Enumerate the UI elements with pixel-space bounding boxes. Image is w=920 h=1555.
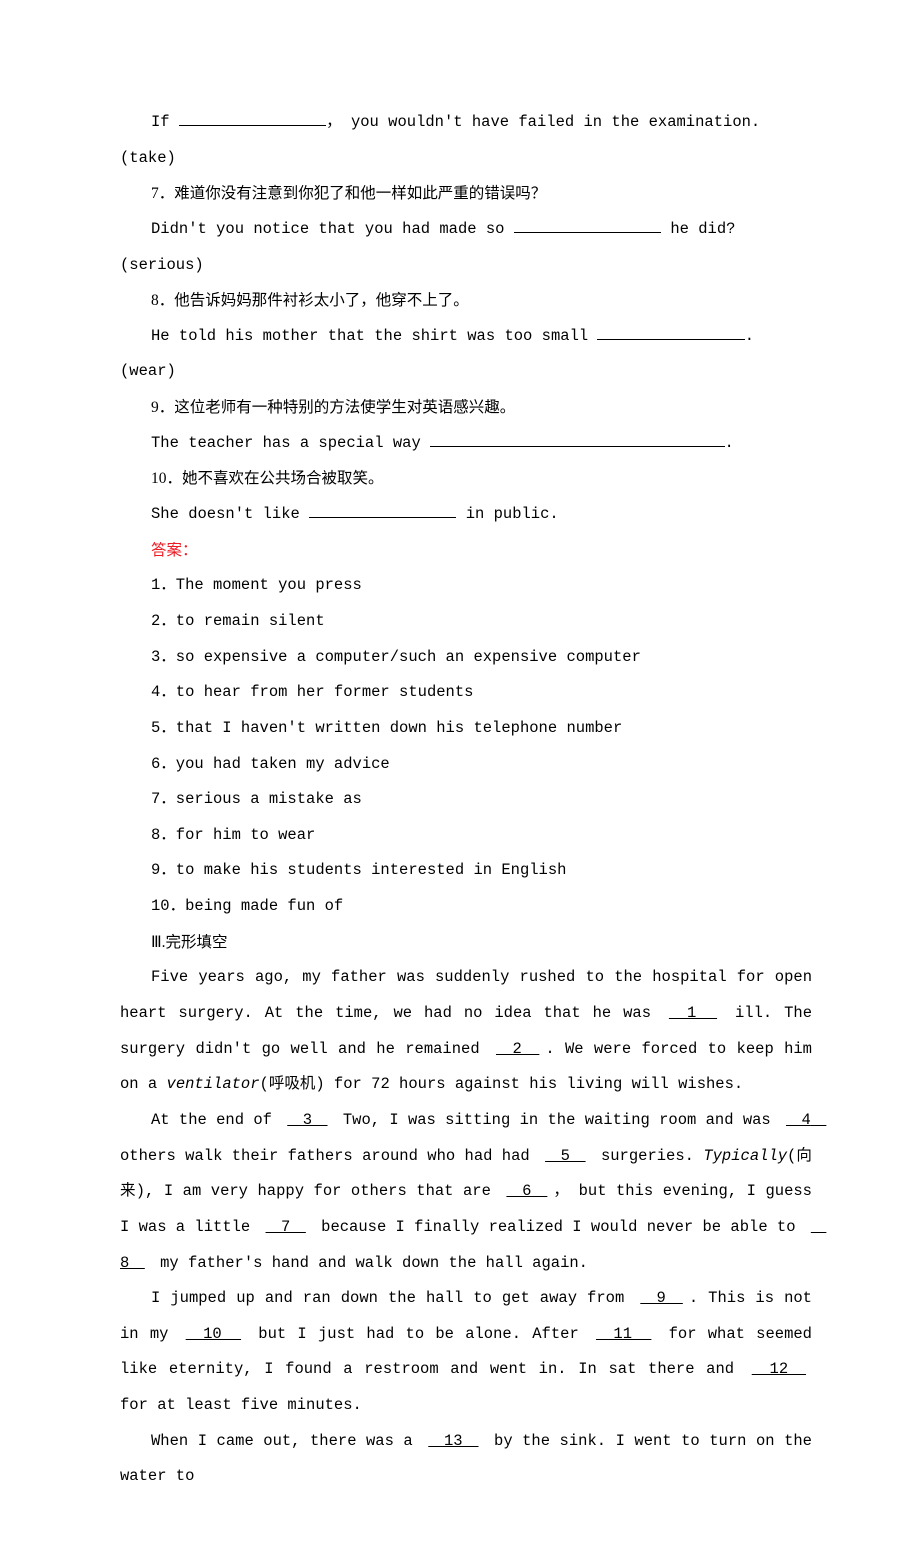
answer-8: 8．for him to wear [120, 818, 812, 854]
question-6-line-b: If ， you wouldn't have failed in the exa… [120, 105, 812, 176]
answer-6: 6．you had taken my advice [120, 747, 812, 783]
question-7-en: Didn't you notice that you had made so h… [120, 212, 812, 283]
p3e: for at least five minutes. [120, 1396, 362, 1414]
cloze-paragraph-3: I jumped up and ran down the hall to get… [120, 1281, 812, 1424]
cloze-blank-10[interactable]: 10 [180, 1325, 247, 1343]
blank-q8[interactable] [597, 323, 744, 340]
p2b: Two, I was sitting in the waiting room a… [334, 1111, 780, 1129]
cloze-blank-9[interactable]: 9 [634, 1289, 689, 1307]
cloze-blank-4[interactable]: 4 [780, 1111, 832, 1129]
cloze-blank-12[interactable]: 12 [746, 1360, 812, 1378]
blank-q6[interactable] [179, 110, 326, 127]
answers-title: 答案： [120, 533, 812, 569]
page: If ， you wouldn't have failed in the exa… [0, 0, 920, 1555]
p3c: but I just had to be alone. After [247, 1325, 590, 1343]
question-9-en: The teacher has a special way . [120, 426, 812, 462]
typically-italic: Typically [703, 1147, 787, 1165]
answer-9: 9．to make his students interested in Eng… [120, 853, 812, 889]
question-8-zh: 8．他告诉妈妈那件衬衫太小了，他穿不上了。 [120, 283, 812, 319]
q7b-text: Didn't you notice that you had made so [151, 220, 514, 238]
q8b-text: He told his mother that the shirt was to… [151, 327, 597, 345]
q10c-text: in public. [456, 505, 558, 523]
cloze-blank-11[interactable]: 11 [590, 1325, 657, 1343]
p2a: At the end of [151, 1111, 281, 1129]
p4a: When I came out, there was a [151, 1432, 422, 1450]
q6b-text: If [151, 113, 179, 131]
p2c: others walk their fathers around who had… [120, 1147, 539, 1165]
answer-5: 5．that I haven't written down his teleph… [120, 711, 812, 747]
answer-7: 7．serious a mistake as [120, 782, 812, 818]
question-7-zh: 7．难道你没有注意到你犯了和他一样如此严重的错误吗？ [120, 176, 812, 212]
cloze-blank-5[interactable]: 5 [539, 1147, 592, 1165]
q10b-text: She doesn't like [151, 505, 309, 523]
blank-q7[interactable] [514, 216, 661, 233]
ventilator-cn: (呼吸机) for 72 hours against his living wi… [260, 1075, 744, 1093]
cloze-blank-6[interactable]: 6 [500, 1182, 553, 1200]
section-3-title: Ⅲ.完形填空 [120, 925, 812, 961]
ventilator-italic: ventilator [167, 1075, 260, 1093]
cloze-paragraph-2: At the end of 3 Two, I was sitting in th… [120, 1103, 812, 1281]
q9c-text: . [725, 434, 734, 452]
question-10-zh: 10．她不喜欢在公共场合被取笑。 [120, 461, 812, 497]
question-9-zh: 9．这位老师有一种特别的方法使学生对英语感兴趣。 [120, 390, 812, 426]
p2f: because I finally realized I would never… [312, 1218, 805, 1236]
answer-3: 3．so expensive a computer/such an expens… [120, 640, 812, 676]
cloze-blank-13[interactable]: 13 [422, 1432, 484, 1450]
answer-2: 2．to remain silent [120, 604, 812, 640]
cloze-paragraph-4: When I came out, there was a 13 by the s… [120, 1424, 812, 1495]
p2g: my father's hand and walk down the hall … [151, 1254, 588, 1272]
blank-q9[interactable] [430, 430, 725, 447]
answer-10: 10．being made fun of [120, 889, 812, 925]
cloze-blank-1[interactable]: 1 [663, 1004, 723, 1022]
answer-1: 1．The moment you press [120, 568, 812, 604]
cloze-blank-3[interactable]: 3 [281, 1111, 333, 1129]
blank-q10[interactable] [309, 502, 456, 519]
cloze-blank-7[interactable]: 7 [260, 1218, 312, 1236]
answer-4: 4．to hear from her former students [120, 675, 812, 711]
question-10-en: She doesn't like in public. [120, 497, 812, 533]
q9b-text: The teacher has a special way [151, 434, 430, 452]
p2d: surgeries. [592, 1147, 704, 1165]
question-8-en: He told his mother that the shirt was to… [120, 319, 812, 390]
cloze-blank-2[interactable]: 2 [490, 1040, 545, 1058]
cloze-paragraph-1: Five years ago, my father was suddenly r… [120, 960, 812, 1103]
p3a: I jumped up and ran down the hall to get… [151, 1289, 634, 1307]
